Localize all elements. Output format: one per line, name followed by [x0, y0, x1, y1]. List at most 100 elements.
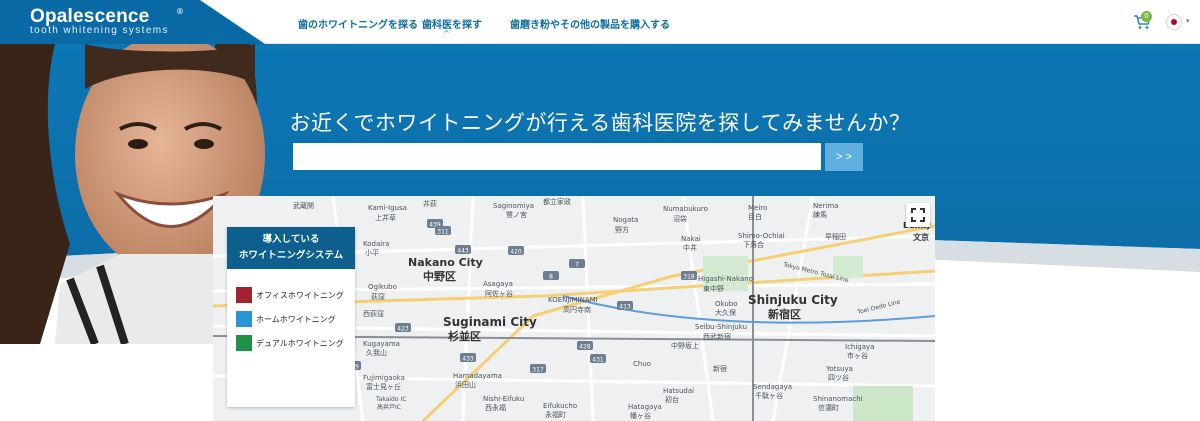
map-label-meiro: Meiro: [748, 204, 767, 212]
logo-area[interactable]: Opalescence ® tooth whitening systems: [0, 0, 265, 44]
legend-swatch-dual: [236, 335, 252, 351]
nav-active-caret-icon: ^: [443, 29, 450, 38]
legend-label-office: オフィスホワイトニング: [256, 290, 344, 300]
map-label-nakai-jp: 中井: [683, 243, 697, 252]
japan-flag-icon[interactable]: [1166, 14, 1182, 30]
hero-title: お近くでホワイトニングが行える歯科医院を探してみませんか？: [289, 111, 911, 135]
map-label-kugayama-jp: 久我山: [366, 348, 387, 357]
nav-explore-whitening[interactable]: 歯のホワイトニングを探る: [298, 16, 418, 31]
map-label-chuo: Chuo: [633, 360, 651, 368]
page: Opalescence ® tooth whitening systems 歯の…: [0, 0, 1200, 421]
legend-swatch-office: [236, 287, 252, 303]
map-label-hatsudai-jp: 初台: [665, 395, 679, 404]
map-label-saginomiya: Saginomiya: [493, 202, 534, 210]
route-number: 428: [579, 344, 591, 351]
legend-heading-line1: 導入している: [262, 234, 320, 245]
map-label-shinjuku-jp2: 新宿: [713, 364, 727, 373]
map-label-fujimigaoka: Fujimigaoka: [363, 374, 405, 382]
route-number: 7: [575, 262, 579, 269]
map-label-takaido: Takaido IC: [375, 396, 406, 403]
map-label-bunkyo-jp: 文京: [913, 232, 929, 242]
legend-heading: 導入している ホワイトニングシステム: [227, 227, 355, 269]
legend-item-dual[interactable]: デュアルホワイトニング: [236, 335, 344, 351]
map-label-okubo-jp: 大久保: [715, 308, 736, 317]
map-label-hatsudai: Hatsudai: [663, 387, 694, 395]
map-label-nishieifuku: Nishi-Eifuku: [483, 395, 524, 403]
map-label-waseda-jp: 早稲田: [825, 232, 846, 241]
map-label-numabukuro: Numabukuro: [663, 205, 708, 213]
map-label-nerima: Nerima: [813, 202, 838, 210]
dentist-search-input[interactable]: [293, 143, 821, 170]
map-label-saginomiya-jp: 鷺ノ宮: [506, 210, 527, 219]
map-label-higashinakano: Higashi-Nakano: [698, 275, 753, 283]
map-label-seibushinjuku: Seibu-Shinjuku: [695, 323, 747, 331]
whitening-system-legend: 導入している ホワイトニングシステム オフィスホワイトニング ホームホワイトニン…: [227, 227, 355, 407]
route-number: 8: [549, 274, 553, 281]
map-label-nishiogi-jp: 西荻窪: [363, 309, 384, 318]
map-label-shinjuku: Shinjuku City: [748, 293, 838, 307]
map-label-nishieifuku-jp: 西永福: [485, 403, 506, 412]
map-label-nogata: Nogata: [613, 216, 638, 224]
map-label-asagaya-jp: 阿佐ヶ谷: [485, 289, 513, 298]
route-number: 443: [457, 248, 469, 255]
map-label-kodaira-jp: 小平: [365, 248, 379, 257]
map-label-hamadayama-jp: 浜田山: [455, 380, 476, 389]
hero-section: お近くでホワイトニングが行える歯科医院を探してみませんか？ > > Nakano…: [0, 44, 1200, 421]
map-label-nakai: Nakai: [681, 235, 701, 243]
map-label-koenji-jp: 高円寺南: [563, 305, 591, 314]
map-label-nakano: Nakano City: [408, 256, 483, 269]
map-label-shimoochiai-jp: 下落合: [743, 240, 764, 249]
map-label-fujimigaoka-jp: 富士見ヶ丘: [366, 382, 401, 391]
search-submit-button[interactable]: > >: [825, 143, 863, 171]
map-label-suginami-jp: 杉並区: [448, 329, 481, 343]
map-label-nakanosakaue-jp: 中野坂上: [671, 341, 699, 350]
map-label-shinanomachi: Shinanomachi: [813, 395, 863, 403]
map-label-sendagaya: Sendagaya: [753, 383, 792, 391]
map-label-meiro-jp: 目白: [748, 212, 762, 221]
map-label-ichigaya-jp: 市ヶ谷: [847, 351, 868, 360]
map-label-toritsukasei-jp: 都立家政: [543, 197, 571, 206]
map-label-hatagaya-jp: 幡ヶ谷: [630, 411, 651, 420]
map-label-okubo: Okubo: [715, 300, 738, 308]
map-label-eifukucho: Eifukucho: [543, 402, 577, 410]
map-label-sendagaya-jp: 千駄ヶ谷: [755, 391, 783, 400]
legend-label-dual: デュアルホワイトニング: [256, 338, 344, 348]
map-label-numabukuro-jp: 沼袋: [673, 214, 687, 223]
map-label-koenjiminami: KOENJIMINAMI: [548, 296, 598, 304]
map-label-ogikubo: Ogikubo: [368, 283, 397, 291]
map-label-yotsuya-jp: 四ツ谷: [828, 373, 849, 382]
legend-item-home[interactable]: ホームホワイトニング: [236, 311, 336, 327]
map-label-shinjuku-jp: 新宿区: [768, 307, 801, 321]
cart-count-badge: 0: [1141, 11, 1152, 22]
language-dropdown-caret-icon[interactable]: ▾: [1186, 17, 1190, 25]
map-label-kodaira: Kodaira: [363, 240, 389, 248]
route-number: 317: [532, 367, 544, 374]
map-label-kamiigusa: Kami-Igusa: [368, 204, 407, 212]
map-label-nakano-jp: 中野区: [423, 269, 456, 283]
nav-find-dentist[interactable]: 歯科医を探す: [422, 16, 482, 31]
route-number: 423: [397, 326, 409, 333]
map-label-kugayama: Kugayama: [363, 340, 400, 348]
map-label-igusa-jp: 井荻: [423, 199, 437, 208]
route-number: 431: [592, 357, 604, 364]
map-label-musashiseki-jp: 武蔵関: [293, 201, 314, 210]
legend-swatch-home: [236, 311, 252, 327]
map-label-shinanomachi-jp: 信濃町: [818, 403, 839, 412]
legend-heading-line2: ホワイトニングシステム: [238, 250, 344, 261]
route-number: 413: [619, 304, 631, 311]
map-label-suginami: Suginami City: [443, 315, 537, 329]
map-label-yotsuya: Yotsuya: [825, 365, 853, 373]
map-label-higashinakano-jp: 東中野: [703, 284, 724, 293]
route-number: 433: [462, 356, 474, 363]
legend-item-office[interactable]: オフィスホワイトニング: [236, 287, 344, 303]
map-label-shimoochiai: Shimo-Ochiai: [738, 232, 785, 240]
map-fullscreen-button[interactable]: [906, 203, 930, 227]
nav-buy-products[interactable]: 歯磨き粉やその他の製品を購入する: [510, 16, 670, 31]
map-label-kamiigusa-jp: 上井草: [375, 213, 396, 222]
map-label-hatagaya: Hatagaya: [628, 403, 662, 411]
route-number: 318: [683, 274, 695, 281]
fullscreen-icon: [911, 208, 925, 222]
logo-registered-mark: ®: [176, 7, 184, 16]
map-label-seibushinjuku-jp: 西武新宿: [703, 332, 731, 341]
route-number: 311: [437, 229, 449, 236]
